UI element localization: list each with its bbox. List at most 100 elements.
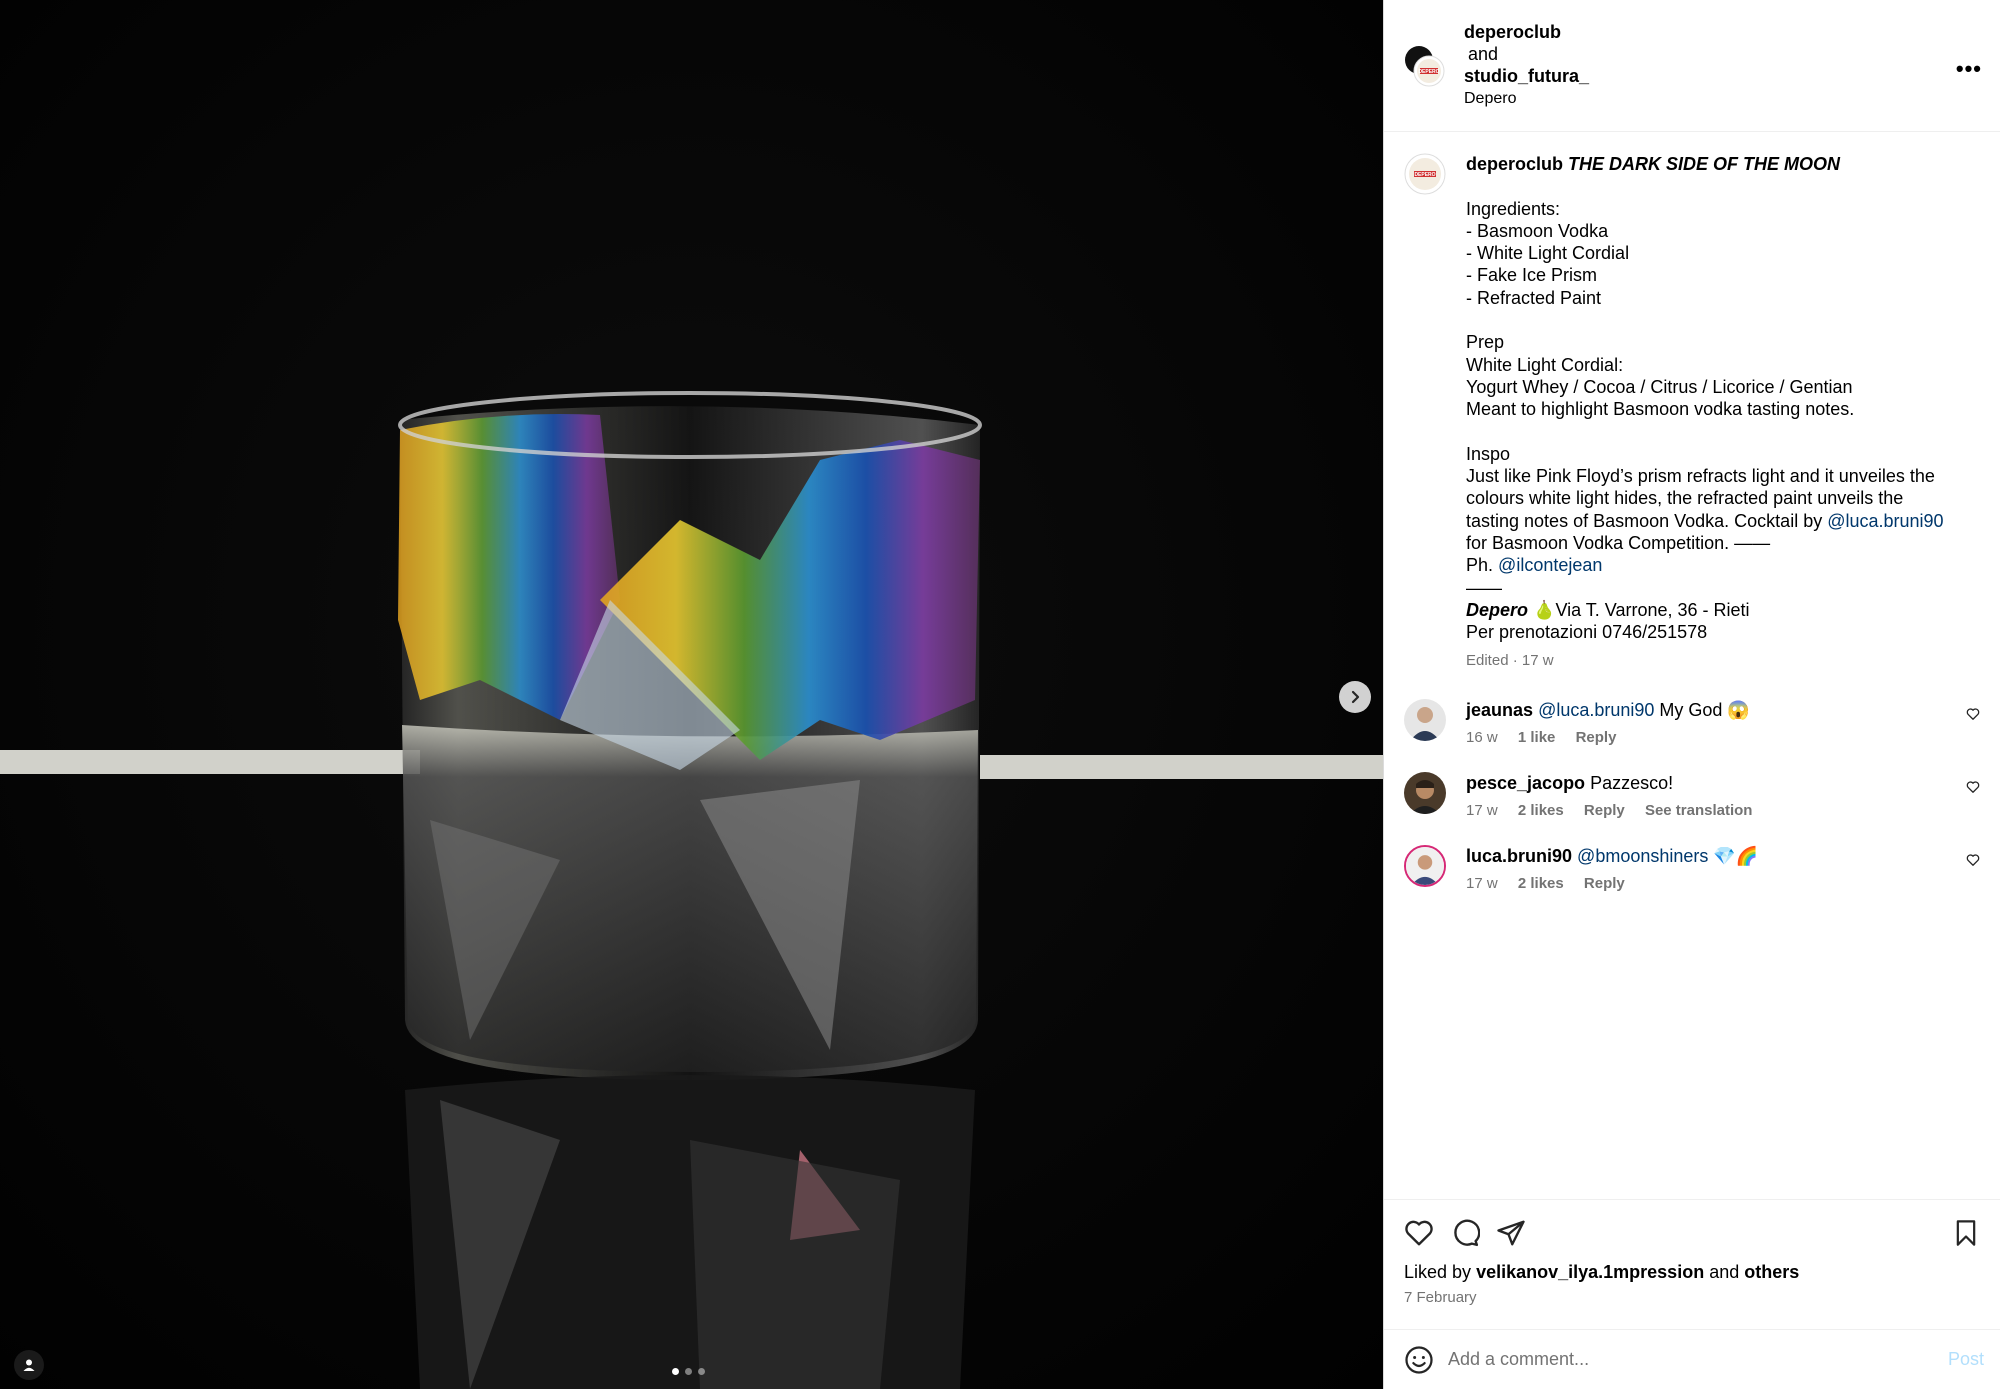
tagged-users-button[interactable] <box>14 1350 44 1380</box>
comment-text: pesce_jacopo Pazzesco! <box>1466 772 1980 794</box>
comment-input[interactable] <box>1448 1349 1948 1370</box>
like-comment-icon[interactable] <box>1966 780 1980 794</box>
comment-body: 💎🌈 <box>1708 845 1759 866</box>
avatar-image <box>1404 771 1446 814</box>
caption-line: Yogurt Whey / Cocoa / Citrus / Licorice … <box>1466 376 1853 397</box>
booking-info: Per prenotazioni 0746/251578 <box>1466 622 1708 643</box>
caption-ph-prefix: Ph. <box>1466 555 1494 576</box>
comment-username[interactable]: pesce_jacopo <box>1466 773 1585 793</box>
see-translation-button[interactable]: See translation <box>1645 802 1753 819</box>
comment-likes[interactable]: 2 likes <box>1518 875 1564 892</box>
like-icon[interactable] <box>1404 1218 1434 1248</box>
action-icons <box>1404 1216 1980 1250</box>
location-link[interactable]: Depero <box>1464 88 1589 110</box>
add-comment-bar: Post <box>1384 1329 2000 1389</box>
collab-and-label: and <box>1468 44 1499 64</box>
post-header: DEPERO deperoclub and studio_futura_ Dep… <box>1384 0 2000 132</box>
bookmark-icon[interactable] <box>1952 1218 1980 1248</box>
caption-divider: —— <box>1466 577 1502 598</box>
cocktail-photo <box>0 0 1383 1389</box>
avatar[interactable] <box>1404 698 1446 741</box>
comment-body: My God 😱 <box>1654 699 1750 720</box>
carousel-dot <box>672 1368 679 1375</box>
comment-time: 17 w <box>1466 801 1498 819</box>
reply-button[interactable]: Reply <box>1576 729 1617 746</box>
comment-icon[interactable] <box>1450 1218 1480 1248</box>
svg-text:DEPERO: DEPERO <box>1418 69 1439 75</box>
caption-line: for Basmoon Vodka Competition. —— <box>1466 533 1771 554</box>
comments-list[interactable]: DEPERO deperoclub THE DARK SIDE OF THE M… <box>1384 133 2000 1199</box>
mention-link[interactable]: @ilcontejean <box>1498 555 1602 575</box>
carousel-indicators <box>672 1368 705 1375</box>
mention-link[interactable]: @bmoonshiners <box>1577 846 1708 866</box>
caption-title: THE DARK SIDE OF THE MOON <box>1568 154 1841 174</box>
svg-text:DEPERO: DEPERO <box>1414 172 1435 178</box>
emoji-icon[interactable] <box>1404 1345 1434 1375</box>
caption-line: White Light Cordial: <box>1466 354 1624 375</box>
comment-username[interactable]: jeaunas <box>1466 700 1533 720</box>
post-caption: DEPERO deperoclub THE DARK SIDE OF THE M… <box>1404 153 1980 669</box>
liked-by-user[interactable]: velikanov_ilya.1mpression <box>1476 1262 1704 1282</box>
avatar[interactable]: DEPERO <box>1404 45 1446 87</box>
caption-line: - Fake Ice Prism <box>1466 265 1598 286</box>
avatar-image <box>1406 846 1444 885</box>
collab-authors: deperoclub and studio_futura_ Depero <box>1464 21 1589 110</box>
caption-text: deperoclub THE DARK SIDE OF THE MOON Ing… <box>1466 153 1980 644</box>
share-icon[interactable] <box>1496 1218 1526 1248</box>
reply-button[interactable]: Reply <box>1584 802 1625 819</box>
more-icon: ••• <box>1955 56 1982 81</box>
comment-username[interactable]: luca.bruni90 <box>1466 846 1572 866</box>
comment-item: luca.bruni90 @bmoonshiners 💎🌈 17 w 2 lik… <box>1404 844 1980 892</box>
author-username[interactable]: deperoclub <box>1464 21 1589 43</box>
comment-meta: 17 w 2 likes Reply See translation <box>1466 802 1980 819</box>
comment-item: pesce_jacopo Pazzesco! 17 w 2 likes Repl… <box>1404 771 1980 819</box>
comment-body: Pazzesco! <box>1590 772 1674 793</box>
post-details-panel: DEPERO deperoclub and studio_futura_ Dep… <box>1383 0 2000 1389</box>
caption-line: - White Light Cordial <box>1466 243 1630 264</box>
caption-line: Inspo <box>1466 443 1511 464</box>
liked-by: Liked by velikanov_ilya.1mpression and o… <box>1404 1262 1980 1283</box>
caption-line: tasting notes of Basmoon Vodka. Cocktail… <box>1466 510 1823 531</box>
carousel-dot <box>685 1368 692 1375</box>
like-comment-icon[interactable] <box>1966 853 1980 867</box>
comment-likes[interactable]: 2 likes <box>1518 802 1564 819</box>
carousel-dot <box>698 1368 705 1375</box>
caption-line: colours white light hides, the refracted… <box>1466 488 1904 509</box>
comment-text: jeaunas @luca.bruni90 My God 😱 <box>1466 699 1980 721</box>
caption-edited-time: Edited · 17 w <box>1466 651 1554 669</box>
avatar[interactable] <box>1404 771 1446 814</box>
post-viewer: DEPERO deperoclub and studio_futura_ Dep… <box>0 0 2000 1389</box>
post-comment-button[interactable]: Post <box>1948 1349 1984 1370</box>
comment-likes[interactable]: 1 like <box>1518 729 1556 746</box>
user-icon <box>23 1359 35 1371</box>
caption-line: Just like Pink Floyd’s prism refracts li… <box>1466 466 1935 487</box>
caption-username[interactable]: deperoclub <box>1466 154 1563 174</box>
next-slide-button[interactable] <box>1339 681 1371 713</box>
avatar-image <box>1404 698 1446 741</box>
liked-by-prefix: Liked by <box>1404 1262 1472 1282</box>
liked-by-others[interactable]: others <box>1744 1262 1799 1282</box>
comment-text: luca.bruni90 @bmoonshiners 💎🌈 <box>1466 845 1980 867</box>
comment-time: 16 w <box>1466 728 1498 746</box>
comment-time: 17 w <box>1466 874 1498 892</box>
reply-button[interactable]: Reply <box>1584 875 1625 892</box>
collab-username[interactable]: studio_futura_ <box>1464 65 1589 87</box>
venue-address: 🍐Via T. Varrone, 36 - Rieti <box>1533 599 1750 620</box>
mention-link[interactable]: @luca.bruni90 <box>1827 511 1943 531</box>
comment-meta: 17 w 2 likes Reply <box>1466 875 1980 892</box>
post-date[interactable]: 7 February <box>1404 1289 1980 1306</box>
like-comment-icon[interactable] <box>1966 707 1980 721</box>
caption-line: Ingredients: <box>1466 198 1561 219</box>
liked-by-and: and <box>1709 1262 1740 1282</box>
caption-line: - Basmoon Vodka <box>1466 220 1609 241</box>
mention-link[interactable]: @luca.bruni90 <box>1538 700 1654 720</box>
avatar[interactable] <box>1404 844 1446 887</box>
chevron-right-icon <box>1351 690 1360 704</box>
caption-line: Prep <box>1466 332 1505 353</box>
venue-name: Depero <box>1466 599 1529 620</box>
caption-meta: Edited · 17 w <box>1466 652 1980 669</box>
comment-meta: 16 w 1 like Reply <box>1466 729 1980 746</box>
post-actions: Liked by velikanov_ilya.1mpression and o… <box>1384 1199 2000 1329</box>
avatar[interactable]: DEPERO <box>1404 153 1446 195</box>
more-options-button[interactable]: ••• <box>1956 56 1982 82</box>
